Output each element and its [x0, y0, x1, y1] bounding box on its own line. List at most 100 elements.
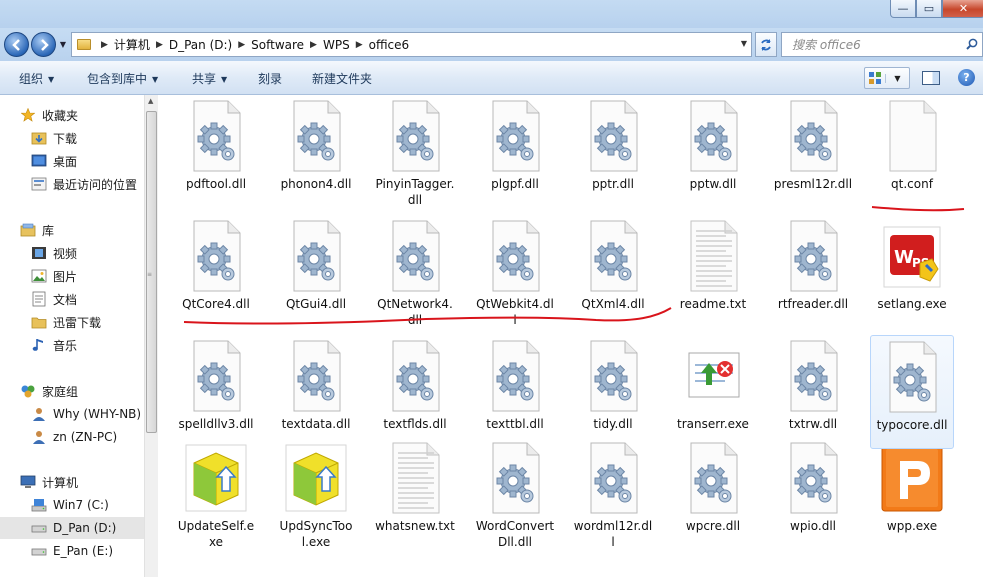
- file-item[interactable]: QtWebkit4.dll: [473, 215, 557, 329]
- forward-button[interactable]: [31, 32, 56, 57]
- file-item[interactable]: QtXml4.dll: [571, 215, 655, 329]
- breadcrumb-separator-icon[interactable]: ▶: [232, 40, 251, 50]
- nav-favorites[interactable]: 收藏夹: [0, 104, 144, 126]
- breadcrumb-separator-icon[interactable]: ▶: [150, 40, 169, 50]
- breadcrumb-separator-icon[interactable]: ▶: [304, 40, 323, 50]
- file-item[interactable]: readme.txt: [671, 215, 755, 329]
- file-item[interactable]: plgpf.dll: [473, 95, 557, 209]
- nav-xunlei-downloads[interactable]: 迅雷下载: [0, 311, 144, 333]
- nav-downloads[interactable]: 下载: [0, 127, 144, 149]
- search-input[interactable]: 搜索 office6: [781, 32, 983, 57]
- nav-computer[interactable]: 计算机: [0, 471, 144, 493]
- dll-gear-icon: [184, 219, 248, 293]
- nav-homegroup-why[interactable]: Why (WHY-NB): [0, 403, 144, 425]
- change-view-button[interactable]: ▼: [864, 67, 910, 89]
- breadcrumb-separator-icon[interactable]: ▶: [350, 40, 369, 50]
- breadcrumb-office6[interactable]: office6: [369, 38, 410, 52]
- file-item[interactable]: textdata.dll: [274, 335, 358, 449]
- chevron-down-icon[interactable]: ▼: [885, 73, 909, 83]
- file-item[interactable]: qt.conf: [870, 95, 954, 209]
- back-button[interactable]: [4, 32, 29, 57]
- nav-drive-d[interactable]: D_Pan (D:): [0, 517, 144, 539]
- nav-music[interactable]: 音乐: [0, 334, 144, 356]
- breadcrumb-separator-icon[interactable]: ▶: [95, 40, 114, 50]
- file-item[interactable]: txtrw.dll: [771, 335, 855, 449]
- file-name: QtNetwork4.dll: [377, 297, 453, 327]
- file-item[interactable]: PinyinTagger.dll: [373, 95, 457, 209]
- nav-label: Why (WHY-NB): [53, 407, 142, 421]
- file-item[interactable]: wordml12r.dll: [571, 437, 655, 551]
- address-bar[interactable]: ▶ 计算机 ▶ D_Pan (D:) ▶ Software ▶ WPS ▶ of…: [71, 32, 752, 57]
- dll-gear-icon: [483, 219, 547, 293]
- nav-recent-places[interactable]: 最近访问的位置: [0, 173, 144, 195]
- file-item[interactable]: wpcre.dll: [671, 437, 755, 551]
- burn-button[interactable]: 刻录: [258, 70, 282, 87]
- file-item[interactable]: whatsnew.txt: [373, 437, 457, 551]
- nav-drive-e[interactable]: E_Pan (E:): [0, 540, 144, 562]
- file-item[interactable]: QtNetwork4.dll: [373, 215, 457, 329]
- file-item[interactable]: WordConvertDll.dll: [473, 437, 557, 551]
- file-item[interactable]: wpio.dll: [771, 437, 855, 551]
- breadcrumb-software[interactable]: Software: [251, 38, 304, 52]
- help-icon[interactable]: ?: [958, 69, 975, 86]
- drive-icon: [31, 520, 47, 536]
- minimize-button[interactable]: —: [890, 0, 916, 18]
- nav-libraries[interactable]: 库: [0, 219, 144, 241]
- nav-label: 下载: [53, 131, 78, 146]
- file-item[interactable]: rtfreader.dll: [771, 215, 855, 329]
- nav-pictures[interactable]: 图片: [0, 265, 144, 287]
- file-item[interactable]: pdftool.dll: [174, 95, 258, 209]
- dll-gear-icon: [383, 339, 447, 413]
- dll-gear-icon: [781, 441, 845, 515]
- nav-videos[interactable]: 视频: [0, 242, 144, 264]
- file-item[interactable]: spelldllv3.dll: [174, 335, 258, 449]
- file-list: wpp.exe wpio.dll wpcre.dll wordml12r.dll Wor…: [166, 95, 983, 577]
- search-icon[interactable]: [966, 38, 978, 50]
- dll-gear-icon: [581, 339, 645, 413]
- scroll-up-icon[interactable]: ▲: [148, 97, 153, 105]
- file-item[interactable]: pptw.dll: [671, 95, 755, 209]
- maximize-button[interactable]: ▭: [916, 0, 942, 18]
- breadcrumb-d-pan[interactable]: D_Pan (D:): [169, 38, 232, 52]
- close-button[interactable]: ✕: [942, 0, 983, 18]
- file-item[interactable]: WPS setlang.exe: [870, 215, 954, 329]
- organize-menu[interactable]: 组织 ▼: [19, 70, 54, 87]
- new-folder-button[interactable]: 新建文件夹: [312, 70, 372, 87]
- file-item[interactable]: transerr.exe: [671, 335, 755, 449]
- file-item[interactable]: UpdateSelf.exe: [174, 437, 258, 551]
- file-name: wpcre.dll: [685, 519, 741, 533]
- file-item[interactable]: wpp.exe: [870, 437, 954, 551]
- file-item[interactable]: typocore.dll: [870, 335, 954, 449]
- pane-splitter[interactable]: [158, 95, 166, 577]
- nav-label: zn (ZN-PC): [53, 430, 118, 444]
- nav-scrollbar[interactable]: ▲ ≡: [144, 95, 158, 577]
- file-item[interactable]: phonon4.dll: [274, 95, 358, 209]
- file-item[interactable]: QtCore4.dll: [174, 215, 258, 329]
- file-item[interactable]: QtGui4.dll: [274, 215, 358, 329]
- nav-label: 库: [42, 223, 55, 238]
- nav-homegroup[interactable]: 家庭组: [0, 380, 144, 402]
- nav-desktop[interactable]: 桌面: [0, 150, 144, 172]
- nav-drive-c[interactable]: Win7 (C:): [0, 494, 144, 516]
- share-menu[interactable]: 共享 ▼: [192, 70, 227, 87]
- file-item[interactable]: UpdSyncTool.exe: [274, 437, 358, 551]
- file-item[interactable]: pptr.dll: [571, 95, 655, 209]
- refresh-button[interactable]: [755, 32, 777, 57]
- file-item[interactable]: texttbl.dll: [473, 335, 557, 449]
- nav-homegroup-zn[interactable]: zn (ZN-PC): [0, 426, 144, 448]
- video-library-icon: [31, 245, 47, 261]
- address-history-dropdown[interactable]: ▼: [741, 39, 747, 48]
- breadcrumb-computer[interactable]: 计算机: [114, 36, 150, 53]
- nav-label: Win7 (C:): [53, 498, 109, 512]
- file-item[interactable]: tidy.dll: [571, 335, 655, 449]
- dll-gear-icon: [681, 99, 745, 173]
- include-in-library-menu[interactable]: 包含到库中 ▼: [87, 70, 158, 87]
- breadcrumb-wps[interactable]: WPS: [323, 38, 350, 52]
- nav-documents[interactable]: 文档: [0, 288, 144, 310]
- file-item[interactable]: presml12r.dll: [771, 95, 855, 209]
- folder-icon: [31, 314, 47, 330]
- recent-pages-dropdown[interactable]: ▼: [58, 37, 68, 51]
- preview-pane-icon[interactable]: [922, 71, 940, 85]
- dll-gear-icon: [184, 339, 248, 413]
- file-item[interactable]: textflds.dll: [373, 335, 457, 449]
